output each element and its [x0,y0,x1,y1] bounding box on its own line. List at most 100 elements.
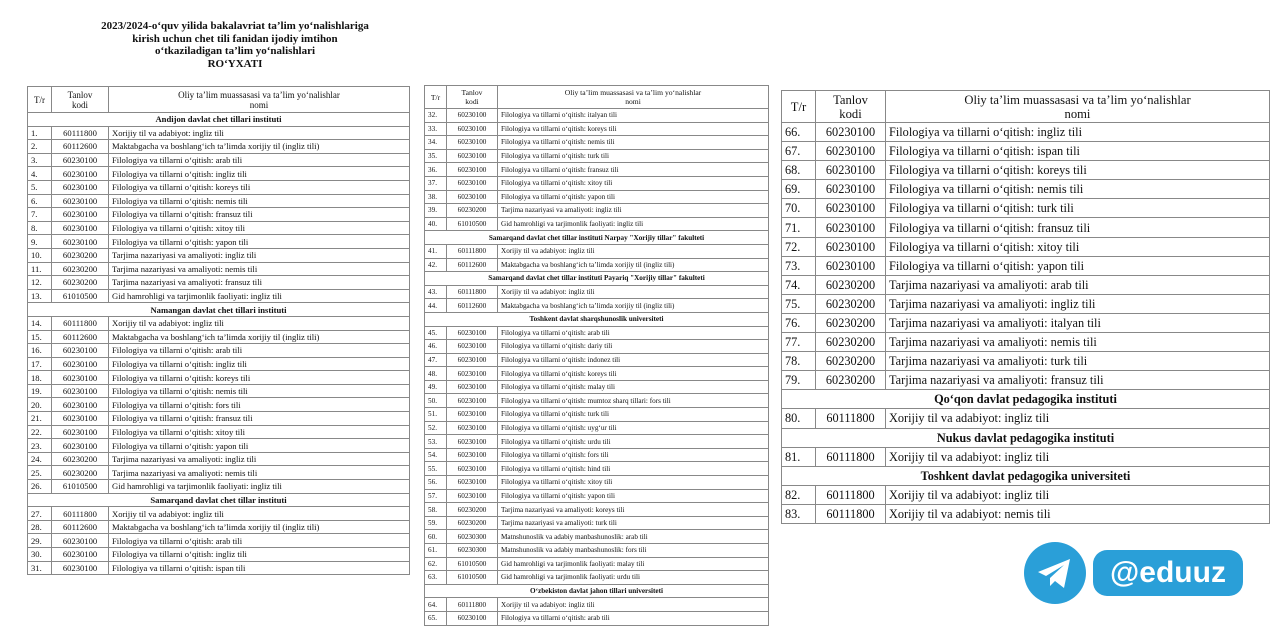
program-code: 60230100 [51,397,109,413]
header-no: T/r [424,85,447,109]
header-code: Tanlov kodi [815,90,886,123]
program-code: 60111800 [815,503,886,524]
program-code: 60230100 [446,407,498,422]
row-number: 58. [424,502,447,517]
section-row: Samarqand davlat chet tillar instituti [27,492,410,508]
program-name: Filologiya va tillarni o‘qitish: arab ti… [108,152,410,168]
program-code: 60111800 [446,243,498,259]
program-code: 60230100 [446,135,498,150]
row-number: 44. [424,298,447,313]
header-name: Oliy ta’lim muassasasi va ta’lim yo‘nali… [108,86,410,113]
program-name: Tarjima nazariyasi va amaliyoti: ingliz … [497,203,769,218]
program-code: 61010500 [51,479,109,494]
row-number: 34. [424,135,447,150]
table-row: 39. 60230200 Tarjima nazariyasi va amaliyo… [424,203,769,218]
table-row: 61. 60230300 Matnshunoslik va adabiy manba… [424,543,769,558]
table-row: 18. 60230100 Filologiya va tillarni o‘qiti… [27,370,410,385]
table-row: 79. 60230200 Tarjima nazariyasi va amaliyo… [781,370,1270,391]
row-number: 24. [27,451,52,467]
table-row: 23. 60230100 Filologiya va tillarni o‘qiti… [27,438,410,453]
section-title: O‘zbekiston davlat jahon tillari univers… [424,583,769,599]
program-code: 60230200 [51,465,109,481]
row-number: 63. [424,570,447,585]
table-row: 29. 60230100 Filologiya va tillarni o‘qiti… [27,533,410,548]
program-name: Filologiya va tillarni o‘qitish: yapon t… [885,255,1270,276]
telegram-icon [1024,542,1086,604]
program-code: 60230200 [51,247,109,263]
table-body: Andijon davlat chet tillari instituti 1. 6… [27,112,410,576]
row-number: 66. [781,121,816,143]
table-body: 66. 60230100 Filologiya va tillarni o‘qiti… [781,121,1270,524]
program-name: Tarjima nazariyasi va amaliyoti: koreys … [497,502,769,517]
program-code: 60230200 [815,312,886,334]
program-name: Xorijiy til va adabiyot: ingliz tili [108,125,410,141]
program-code: 60230100 [815,160,886,181]
program-name: Xorijiy til va adabiyot: ingliz tili [108,315,410,331]
table-row: 35. 60230100 Filologiya va tillarni o‘qiti… [424,148,769,164]
table-row: 30. 60230100 Filologiya va tillarni o‘qiti… [27,547,410,562]
program-name: Filologiya va tillarni o‘qitish: xitoy t… [885,236,1270,257]
program-name: Filologiya va tillarni o‘qitish: fransuz… [108,207,410,222]
table-row: 77. 60230200 Tarjima nazariyasi va amaliyo… [781,332,1270,353]
section-title: Nukus davlat pedagogika instituti [781,427,1270,448]
program-code: 60230200 [815,332,886,353]
table-row: 22. 60230100 Filologiya va tillarni o‘qiti… [27,424,410,440]
row-number: 77. [781,332,816,353]
program-code: 60230100 [51,411,109,426]
program-code: 60230200 [815,274,886,295]
program-code: 60230100 [51,383,109,399]
table-row: 62. 61010500 Gid hamrohligi va tarjimonlik… [424,556,769,572]
table-row: 20. 60230100 Filologiya va tillarni o‘qiti… [27,397,410,413]
row-number: 83. [781,503,816,524]
program-name: Filologiya va tillarni o‘qitish: koreys … [497,121,769,137]
row-number: 12. [27,275,52,290]
program-name: Filologiya va tillarni o‘qitish: koreys … [108,370,410,385]
table-row: 46. 60230100 Filologiya va tillarni o‘qiti… [424,339,769,354]
program-name: Tarjima nazariyasi va amaliyoti: fransuz… [885,370,1270,391]
row-number: 69. [781,179,816,200]
program-name: Filologiya va tillarni o‘qitish: dariy t… [497,339,769,354]
row-number: 22. [27,424,52,440]
row-number: 13. [27,288,52,304]
program-code: 60230100 [51,560,109,576]
row-number: 62. [424,556,447,572]
program-name: Filologiya va tillarni o‘qitish: arab ti… [497,610,769,626]
program-name: Xorijiy til va adabiyot: nemis tili [885,503,1270,524]
table-row: 66. 60230100 Filologiya va tillarni o‘qiti… [781,121,1270,143]
program-code: 60230100 [51,234,109,249]
table-row: 21. 60230100 Filologiya va tillarni o‘qiti… [27,411,410,426]
row-number: 20. [27,397,52,413]
program-name: Filologiya va tillarni o‘qitish: turk ti… [885,198,1270,219]
program-code: 60230200 [446,515,498,531]
table-row: 75. 60230200 Tarjima nazariyasi va amaliyo… [781,293,1270,314]
table-row: 31. 60230100 Filologiya va tillarni o‘qiti… [27,560,410,576]
table-row: 47. 60230100 Filologiya va tillarni o‘qiti… [424,352,769,368]
table-row: 81. 60111800 Xorijiy til va adabiyot: ingl… [781,446,1270,467]
program-code: 60230100 [446,189,498,205]
program-code: 60112600 [51,139,109,154]
row-number: 33. [424,121,447,137]
row-number: 59. [424,515,447,531]
table-body: 32. 60230100 Filologiya va tillarni o‘qiti… [424,108,769,626]
program-code: 60230100 [446,488,498,504]
title-line-2: kirish uchun chet tili fanidan ijodiy im… [132,32,338,45]
section-row: Qo‘qon davlat pedagogika instituti [781,389,1270,410]
program-code: 60230100 [446,475,498,490]
program-code: 60230100 [446,175,498,191]
program-code: 60230100 [446,420,498,436]
row-number: 50. [424,393,447,409]
table-row: 5. 60230100 Filologiya va tillarni o‘qitis… [27,179,410,195]
programs-table-2: T/r Tanlov kodi Oliy ta’lim muassasasi va… [424,85,769,626]
table-row: 56. 60230100 Filologiya va tillarni o‘qiti… [424,475,769,490]
program-name: Filologiya va tillarni o‘qitish: yapon t… [497,488,769,504]
program-name: Gid hamrohligi va tarjimonlik faoliyati:… [108,479,410,494]
table-row: 38. 60230100 Filologiya va tillarni o‘qiti… [424,189,769,205]
row-number: 68. [781,160,816,181]
program-name: Xorijiy til va adabiyot: ingliz tili [497,597,769,612]
program-name: Filologiya va tillarni o‘qitish: arab ti… [497,325,769,341]
table-row: 54. 60230100 Filologiya va tillarni o‘qiti… [424,447,769,463]
program-code: 60111800 [815,408,886,429]
table-header: T/r Tanlov kodi Oliy ta’lim muassasasi va… [781,90,1270,123]
program-name: Filologiya va tillarni o‘qitish: mumtoz … [497,393,769,409]
table-row: 34. 60230100 Filologiya va tillarni o‘qiti… [424,135,769,150]
